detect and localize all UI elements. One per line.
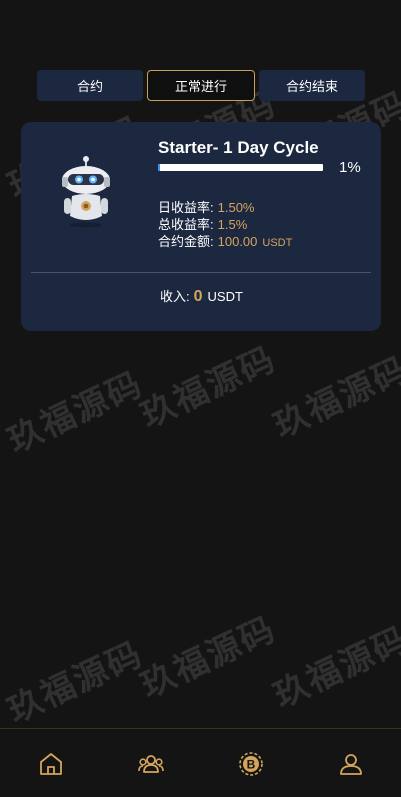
amount-label: 合约金额:: [158, 234, 214, 249]
nav-home[interactable]: [38, 751, 64, 777]
progress-percent: 1%: [339, 159, 361, 176]
daily-rate-label: 日收益率:: [158, 200, 214, 215]
watermark: 玖福源码: [134, 609, 283, 707]
tab-in-progress[interactable]: 正常进行: [147, 70, 255, 101]
contract-info: 日收益率: 1.50% 总收益率: 1.5% 合约金额: 100.00 USDT: [158, 199, 292, 252]
bitcoin-icon: B: [239, 752, 263, 776]
watermark: 玖福源码: [1, 634, 150, 732]
progress-bar: [158, 164, 323, 171]
watermark: 玖福源码: [267, 349, 401, 447]
amount-value: 100.00: [217, 234, 258, 249]
income-row: 收入: 0 USDT: [160, 286, 243, 306]
total-rate-label: 总收益率:: [158, 217, 214, 232]
progress-fill: [158, 164, 160, 171]
card-divider: [31, 272, 371, 273]
page: 玖福源码 玖福源码 玖福源码 玖福源码 玖福源码 玖福源码 玖福源码 玖福源码 …: [0, 0, 401, 797]
team-icon: [138, 755, 164, 773]
watermark: 玖福源码: [134, 339, 283, 437]
watermark: 玖福源码: [267, 619, 401, 717]
contract-title: Starter- 1 Day Cycle: [158, 138, 319, 157]
amount-unit: USDT: [262, 237, 293, 249]
contract-tabs: 合约 正常进行 合约结束: [37, 70, 365, 102]
nav-team[interactable]: [138, 751, 164, 777]
income-label: 收入:: [160, 289, 190, 304]
total-rate-value: 1.5%: [217, 217, 248, 232]
amount-row: 合约金额: 100.00 USDT: [158, 233, 292, 252]
svg-text:B: B: [247, 758, 256, 772]
robot-icon: [62, 156, 110, 228]
income-value: 0: [193, 288, 203, 305]
daily-rate-row: 日收益率: 1.50%: [158, 199, 292, 216]
daily-rate-value: 1.50%: [217, 200, 255, 215]
watermark: 玖福源码: [1, 364, 150, 462]
nav-mining[interactable]: B: [238, 751, 264, 777]
tab-contracts[interactable]: 合约: [37, 70, 143, 101]
nav-profile[interactable]: [338, 751, 364, 777]
home-icon: [40, 753, 62, 775]
bottom-nav: B: [0, 728, 401, 797]
user-icon: [340, 754, 362, 775]
income-unit: USDT: [207, 289, 243, 304]
contract-card[interactable]: Starter- 1 Day Cycle 1% 日收益率: 1.50% 总收益率…: [21, 122, 381, 331]
total-rate-row: 总收益率: 1.5%: [158, 216, 292, 233]
tab-ended[interactable]: 合约结束: [259, 70, 365, 101]
